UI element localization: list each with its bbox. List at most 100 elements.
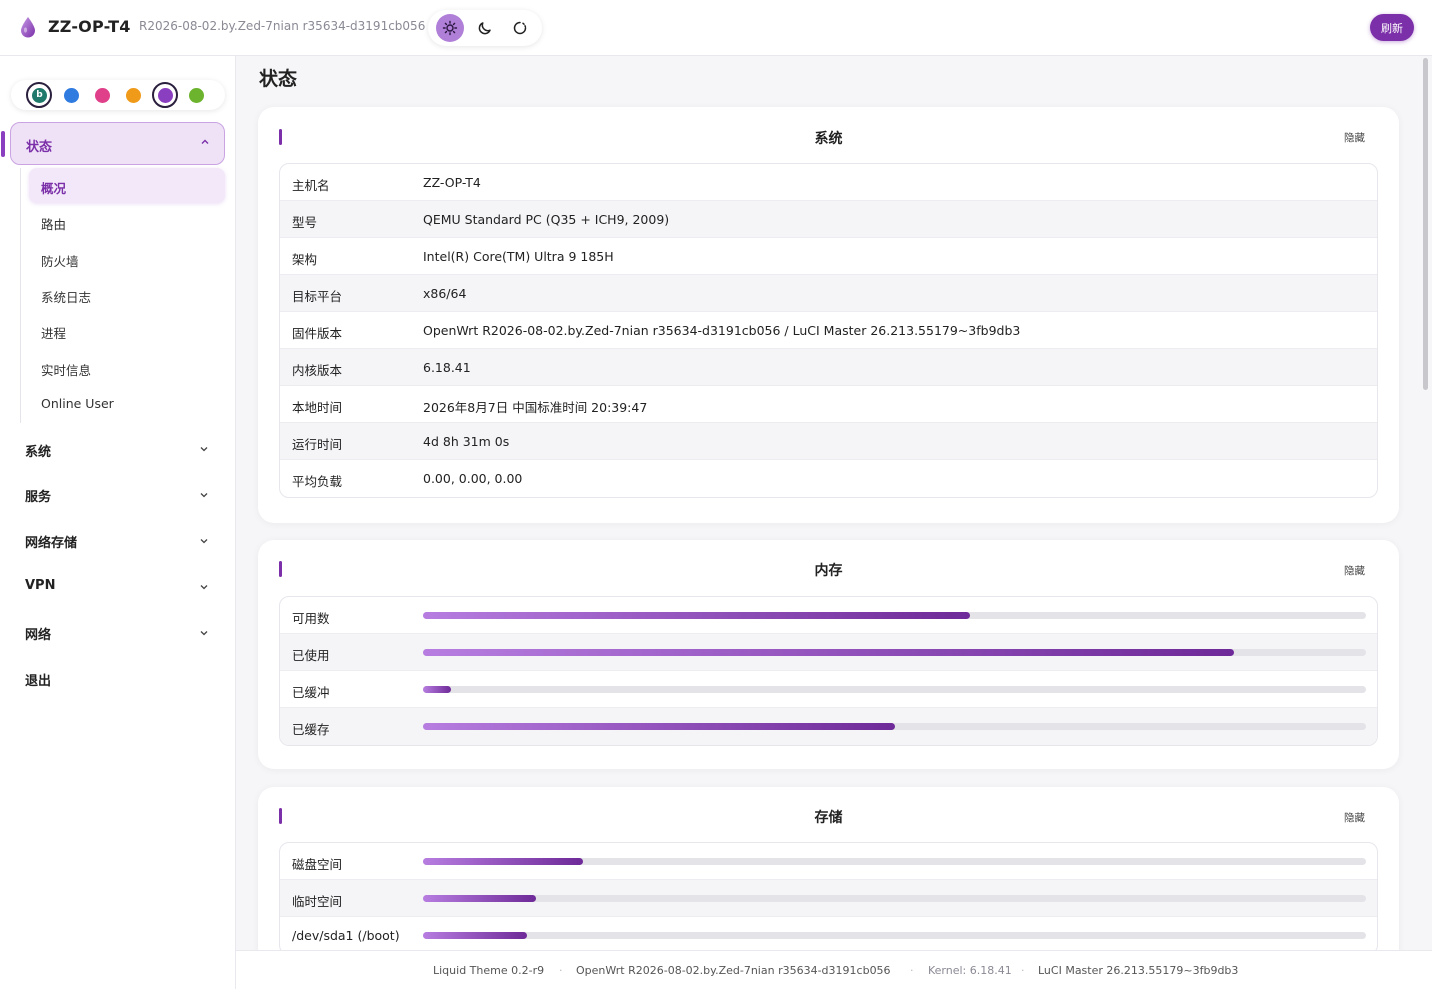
nav-group-nas[interactable]: 网络存储 [25, 532, 77, 551]
chevron-down-icon [200, 539, 208, 544]
row-key: 型号 [292, 215, 318, 230]
table-row: 运行时间 4d 8h 31m 0s [280, 423, 1377, 460]
row-key: 已使用 [292, 648, 330, 663]
progress-fill [423, 895, 537, 902]
table-row: 内核版本 6.18.41 [280, 349, 1377, 386]
row-key: 目标平台 [292, 289, 343, 304]
row-value: x86/64 [423, 286, 467, 301]
progress-fill [423, 858, 584, 865]
progress-fill [423, 649, 1234, 656]
storage-table: 磁盘空间临时空间/dev/sda1 (/boot) [279, 842, 1378, 955]
progress-track [423, 858, 1366, 865]
row-value: ZZ-OP-T4 [423, 175, 481, 190]
storage-hide-button[interactable]: 隐藏 [1344, 810, 1365, 825]
nav-logout[interactable]: 退出 [25, 670, 51, 689]
refresh-button[interactable]: 刷新 [1370, 14, 1414, 41]
row-key: 固件版本 [292, 326, 343, 341]
row-key: 磁盘空间 [292, 857, 343, 872]
swatch-blue[interactable] [64, 88, 79, 103]
storage-card: 存储 隐藏 磁盘空间 临时空间/dev/sda1 (/boot) [258, 787, 1399, 967]
nav-group-status[interactable]: 状态 [1, 122, 225, 165]
nav-group-system[interactable]: 系统 [25, 441, 51, 460]
footer-separator: · [1021, 964, 1025, 977]
row-value: 4d 8h 31m 0s [423, 434, 510, 449]
table-row: 已缓冲 [280, 671, 1377, 708]
progress-track [423, 723, 1366, 730]
system-card: 系统 隐藏 主机名 ZZ-OP-T4 型号 QEMU Standard PC (Q35… [258, 107, 1399, 523]
footer-theme: Liquid Theme 0.2-r9 [433, 964, 545, 977]
table-row: 磁盘空间 [280, 843, 1377, 880]
progress-fill [423, 932, 527, 939]
submenu-item-syslog[interactable]: 系统日志 [41, 287, 91, 306]
system-info-table: 主机名 ZZ-OP-T4 型号 QEMU Standard PC (Q35 + ICH… [279, 163, 1378, 498]
row-key: 内核版本 [292, 363, 343, 378]
row-key: 运行时间 [292, 437, 343, 452]
chevron-down-icon [200, 631, 208, 636]
memory-card: 内存 隐藏 可用数已使用已缓冲已缓存 [258, 540, 1399, 769]
row-key: 主机名 [292, 178, 330, 193]
progress-track [423, 612, 1366, 619]
system-card-title: 系统 [814, 131, 843, 147]
progress-fill [423, 612, 970, 619]
dark-mode-button[interactable] [471, 14, 499, 42]
table-row: 目标平台 x86/64 [280, 275, 1377, 312]
firmware-version: R2026-08-02.by.Zed-7nian r35634-d3191cb0… [139, 19, 426, 33]
submenu-item-routes[interactable]: 路由 [41, 214, 66, 233]
theme-mode-switch [428, 10, 542, 46]
row-key: /dev/sda1 (/boot) [292, 928, 400, 943]
swatch-teal[interactable]: b [32, 88, 47, 103]
table-row: 架构 Intel(R) Core(TM) Ultra 9 185H [280, 238, 1377, 275]
swatch-pink[interactable] [95, 88, 110, 103]
system-hide-button[interactable]: 隐藏 [1344, 130, 1365, 145]
swatch-orange[interactable] [126, 88, 141, 103]
memory-hide-button[interactable]: 隐藏 [1344, 563, 1365, 578]
memory-card-title: 内存 [814, 563, 843, 579]
row-key: 已缓冲 [292, 685, 330, 700]
active-indicator [1, 131, 5, 157]
footer-separator: · [910, 964, 914, 977]
submenu-item-overview[interactable]: 概况 [41, 178, 66, 197]
table-row: /dev/sda1 (/boot) [280, 917, 1377, 954]
hostname-brand[interactable]: ZZ-OP-T4 [48, 17, 131, 36]
table-row: 型号 QEMU Standard PC (Q35 + ICH9, 2009) [280, 201, 1377, 238]
row-key: 已缓存 [292, 722, 330, 737]
logo-drop-icon [21, 17, 35, 38]
submenu-item-realtime[interactable]: 实时信息 [41, 360, 91, 379]
table-row: 主机名 ZZ-OP-T4 [280, 164, 1377, 201]
row-value: 0.00, 0.00, 0.00 [423, 471, 523, 486]
table-row: 固件版本 OpenWrt R2026-08-02.by.Zed-7nian r35… [280, 312, 1377, 349]
swatch-green[interactable] [189, 88, 204, 103]
submenu-guide-line [20, 168, 21, 423]
row-key: 平均负载 [292, 474, 343, 489]
chevron-down-icon [200, 585, 208, 590]
light-mode-button[interactable] [435, 14, 464, 42]
nav-group-network[interactable]: 网络 [25, 624, 51, 643]
page-title: 状态 [259, 68, 298, 90]
swatch-purple[interactable] [158, 88, 173, 103]
row-value: 2026年8月7日 中国标准时间 20:39:47 [423, 400, 648, 415]
footer-kernel: Kernel: 6.18.41 [928, 964, 1012, 977]
table-row: 平均负载 0.00, 0.00, 0.00 [280, 460, 1377, 497]
auto-icon [514, 21, 527, 35]
table-row: 可用数 [280, 597, 1377, 634]
footer-separator: · [559, 964, 563, 977]
progress-track [423, 649, 1366, 656]
submenu-item-firewall[interactable]: 防火墙 [41, 251, 79, 270]
row-key: 本地时间 [292, 400, 343, 415]
submenu-item-processes[interactable]: 进程 [41, 323, 66, 342]
scrollbar-thumb[interactable] [1423, 58, 1428, 390]
row-key: 临时空间 [292, 894, 343, 909]
progress-track [423, 932, 1366, 939]
auto-mode-button[interactable] [506, 14, 534, 42]
row-value: 6.18.41 [423, 360, 471, 375]
progress-fill [423, 723, 895, 730]
nav-group-vpn[interactable]: VPN [25, 578, 55, 593]
progress-fill [423, 686, 452, 693]
table-row: 临时空间 [280, 880, 1377, 917]
submenu-item-online-user[interactable]: Online User [41, 396, 114, 411]
row-value: OpenWrt R2026-08-02.by.Zed-7nian r35634-… [423, 323, 1021, 338]
row-key: 架构 [292, 252, 318, 267]
nav-group-services[interactable]: 服务 [25, 486, 51, 505]
row-key: 可用数 [292, 611, 330, 626]
chevron-up-icon [201, 139, 209, 144]
